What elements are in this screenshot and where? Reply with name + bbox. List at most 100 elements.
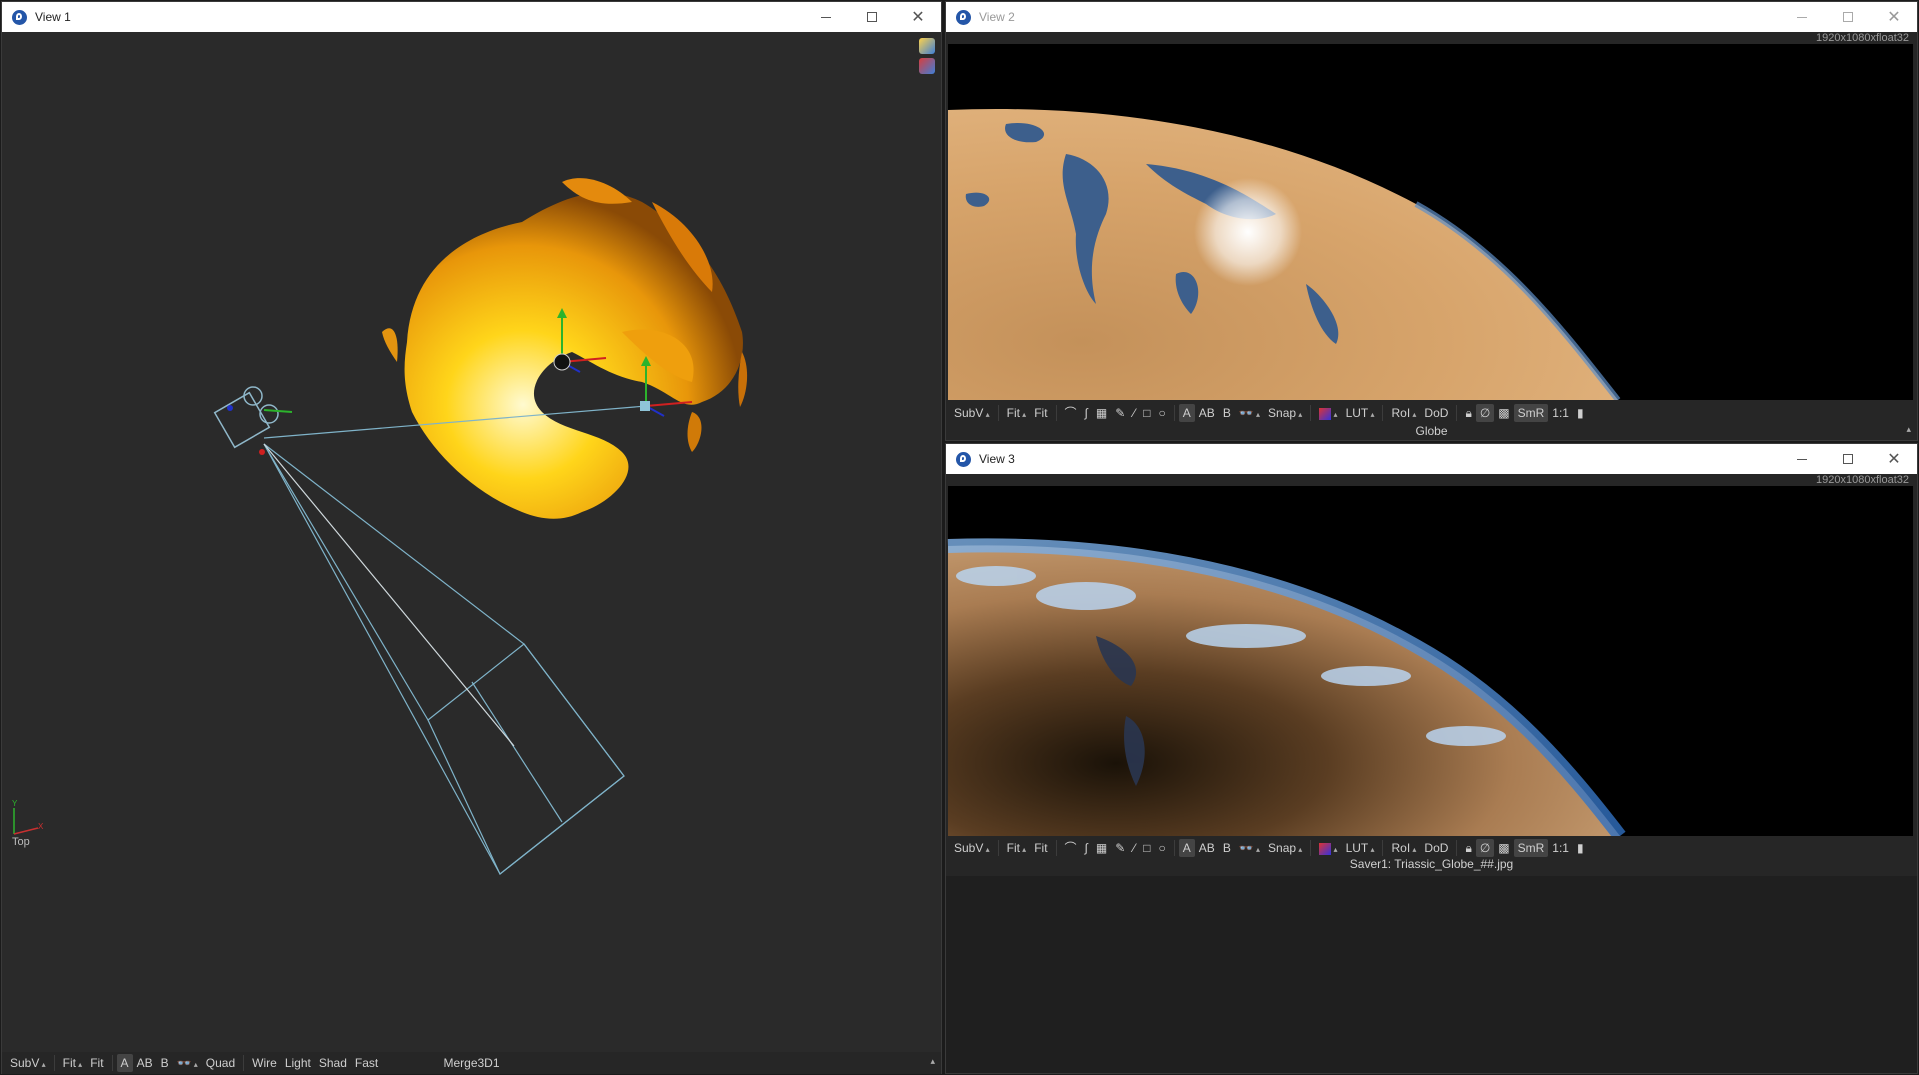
minimize-button[interactable]: [1779, 444, 1825, 474]
fit-button[interactable]: Fit: [1003, 839, 1031, 857]
globe-mesh: [382, 178, 748, 519]
resolution-label: 1920x1080xfloat32: [1816, 32, 1909, 44]
lock-icon[interactable]: 🔒︎: [1461, 404, 1475, 422]
ellipse-icon[interactable]: ○: [1155, 839, 1170, 857]
snap-button[interactable]: Snap: [1264, 839, 1306, 857]
view2-title: View 2: [979, 10, 1015, 24]
divider: [1310, 405, 1312, 421]
fusion-app-icon: [12, 9, 27, 25]
snap-button[interactable]: Snap: [1264, 404, 1306, 422]
view3-title: View 3: [979, 452, 1015, 466]
lut-button[interactable]: LUT: [1342, 404, 1379, 422]
divider: [1382, 405, 1384, 421]
fit-button[interactable]: Fit: [1003, 404, 1031, 422]
divider: [997, 405, 999, 421]
wand-icon[interactable]: ⁄: [1129, 839, 1139, 857]
color-channel-icon[interactable]: [1315, 404, 1341, 422]
buffer-a-button[interactable]: A: [1178, 839, 1195, 857]
view1-title: View 1: [35, 10, 71, 24]
color-channel-icon[interactable]: [1315, 839, 1341, 857]
wand-icon[interactable]: ⁄: [1129, 404, 1139, 422]
stereo-glasses-icon[interactable]: 👓: [1235, 839, 1264, 857]
slash-icon[interactable]: ∅: [1475, 404, 1495, 422]
view1-scene: Y X: [12, 178, 748, 875]
divider: [997, 840, 999, 856]
close-button[interactable]: ✕: [895, 2, 941, 32]
close-button[interactable]: ✕: [1871, 2, 1917, 32]
lock-icon[interactable]: 🔒︎: [1461, 839, 1475, 857]
view2-toolbar: SubV Fit Fit ⌒ ∫ ▦ ✎ ⁄ □ ○ A AB B 👓 Snap…: [946, 402, 1917, 424]
close-button[interactable]: ✕: [1871, 444, 1917, 474]
fit-toggle[interactable]: Fit: [1030, 404, 1051, 422]
view1-window: View 1 ✕ Y X Top SubV ▴ Fit ▴ Fit A AB B…: [1, 1, 942, 1074]
axis-triad: Y X: [12, 799, 44, 835]
svg-text:Y: Y: [12, 799, 18, 808]
grid-icon[interactable]: ▦: [1092, 404, 1111, 422]
buffer-ab-button[interactable]: AB: [1195, 839, 1219, 857]
rectangle-icon[interactable]: □: [1139, 404, 1154, 422]
ratio-button[interactable]: 1:1: [1548, 839, 1573, 857]
polyline-icon[interactable]: ⌒: [1061, 404, 1081, 422]
view3-toolbar: SubV Fit Fit ⌒ ∫ ▦ ✎ ⁄ □ ○ A AB B 👓 Snap…: [946, 837, 1917, 859]
camera-icon: [213, 386, 293, 455]
divider: [1055, 405, 1057, 421]
bspline-icon[interactable]: ∫: [1081, 839, 1092, 857]
slash-icon[interactable]: ∅: [1475, 839, 1495, 857]
svg-text:X: X: [38, 822, 44, 831]
view1-3d-viewport[interactable]: Y X Top: [2, 32, 941, 1052]
divider: [1382, 840, 1384, 856]
buffer-a-button[interactable]: A: [1178, 404, 1195, 422]
roi-button[interactable]: RoI: [1387, 404, 1420, 422]
view1-titlebar[interactable]: View 1 ✕: [2, 2, 941, 32]
subview-button[interactable]: SubV: [950, 404, 994, 422]
view3-render: [947, 486, 1913, 836]
minimize-button[interactable]: [1779, 2, 1825, 32]
view2-status-label: Globe: [1415, 424, 1448, 438]
view3-titlebar[interactable]: View 3 ✕: [946, 444, 1917, 474]
subview-button[interactable]: SubV: [950, 839, 994, 857]
buffer-b-button[interactable]: B: [1219, 839, 1235, 857]
rectangle-icon[interactable]: □: [1139, 839, 1154, 857]
histogram-icon[interactable]: ▮: [1573, 404, 1588, 422]
view3-status-label: Saver1: Triassic_Globe_##.jpg: [1349, 857, 1514, 871]
smr-button[interactable]: SmR: [1513, 839, 1549, 857]
divider: [1456, 840, 1458, 856]
fit-toggle[interactable]: Fit: [1030, 839, 1051, 857]
paint-brush-icon[interactable]: ✎: [1111, 404, 1129, 422]
histogram-icon[interactable]: ▮: [1573, 839, 1588, 857]
smr-button[interactable]: SmR: [1513, 404, 1549, 422]
divider: [1456, 405, 1458, 421]
roi-button[interactable]: RoI: [1387, 839, 1420, 857]
minimize-button[interactable]: [803, 2, 849, 32]
paint-brush-icon[interactable]: ✎: [1111, 839, 1129, 857]
ratio-button[interactable]: 1:1: [1548, 404, 1573, 422]
view2-image-area[interactable]: 1920x1080xfloat32: [946, 32, 1917, 400]
stereo-glasses-icon[interactable]: 👓: [1235, 404, 1264, 422]
view3-lower-panel: [946, 876, 1917, 1073]
buffer-ab-button[interactable]: AB: [1195, 404, 1219, 422]
buffer-b-button[interactable]: B: [1219, 404, 1235, 422]
sun-highlight: [1194, 178, 1302, 286]
maximize-button[interactable]: [849, 2, 895, 32]
polyline-icon[interactable]: ⌒: [1061, 839, 1081, 857]
view3-image-area[interactable]: 1920x1080xfloat32: [946, 474, 1917, 838]
divider: [1055, 840, 1057, 856]
fusion-app-icon: [956, 451, 971, 467]
view2-titlebar[interactable]: View 2 ✕: [946, 2, 1917, 32]
lut-button[interactable]: LUT: [1342, 839, 1379, 857]
dod-button[interactable]: DoD: [1420, 839, 1452, 857]
grid-icon[interactable]: ▦: [1092, 839, 1111, 857]
maximize-button[interactable]: [1825, 444, 1871, 474]
dod-button[interactable]: DoD: [1420, 404, 1452, 422]
bspline-icon[interactable]: ∫: [1081, 404, 1092, 422]
expand-arrow-icon[interactable]: ▴: [930, 1056, 935, 1067]
view2-render: [948, 44, 1913, 400]
divider: [1173, 840, 1175, 856]
checker-icon[interactable]: ▩: [1494, 839, 1513, 857]
expand-arrow-icon[interactable]: ▴: [1906, 424, 1911, 435]
ellipse-icon[interactable]: ○: [1155, 404, 1170, 422]
divider: [1310, 840, 1312, 856]
checker-icon[interactable]: ▩: [1494, 404, 1513, 422]
maximize-button[interactable]: [1825, 2, 1871, 32]
divider: [1173, 405, 1175, 421]
